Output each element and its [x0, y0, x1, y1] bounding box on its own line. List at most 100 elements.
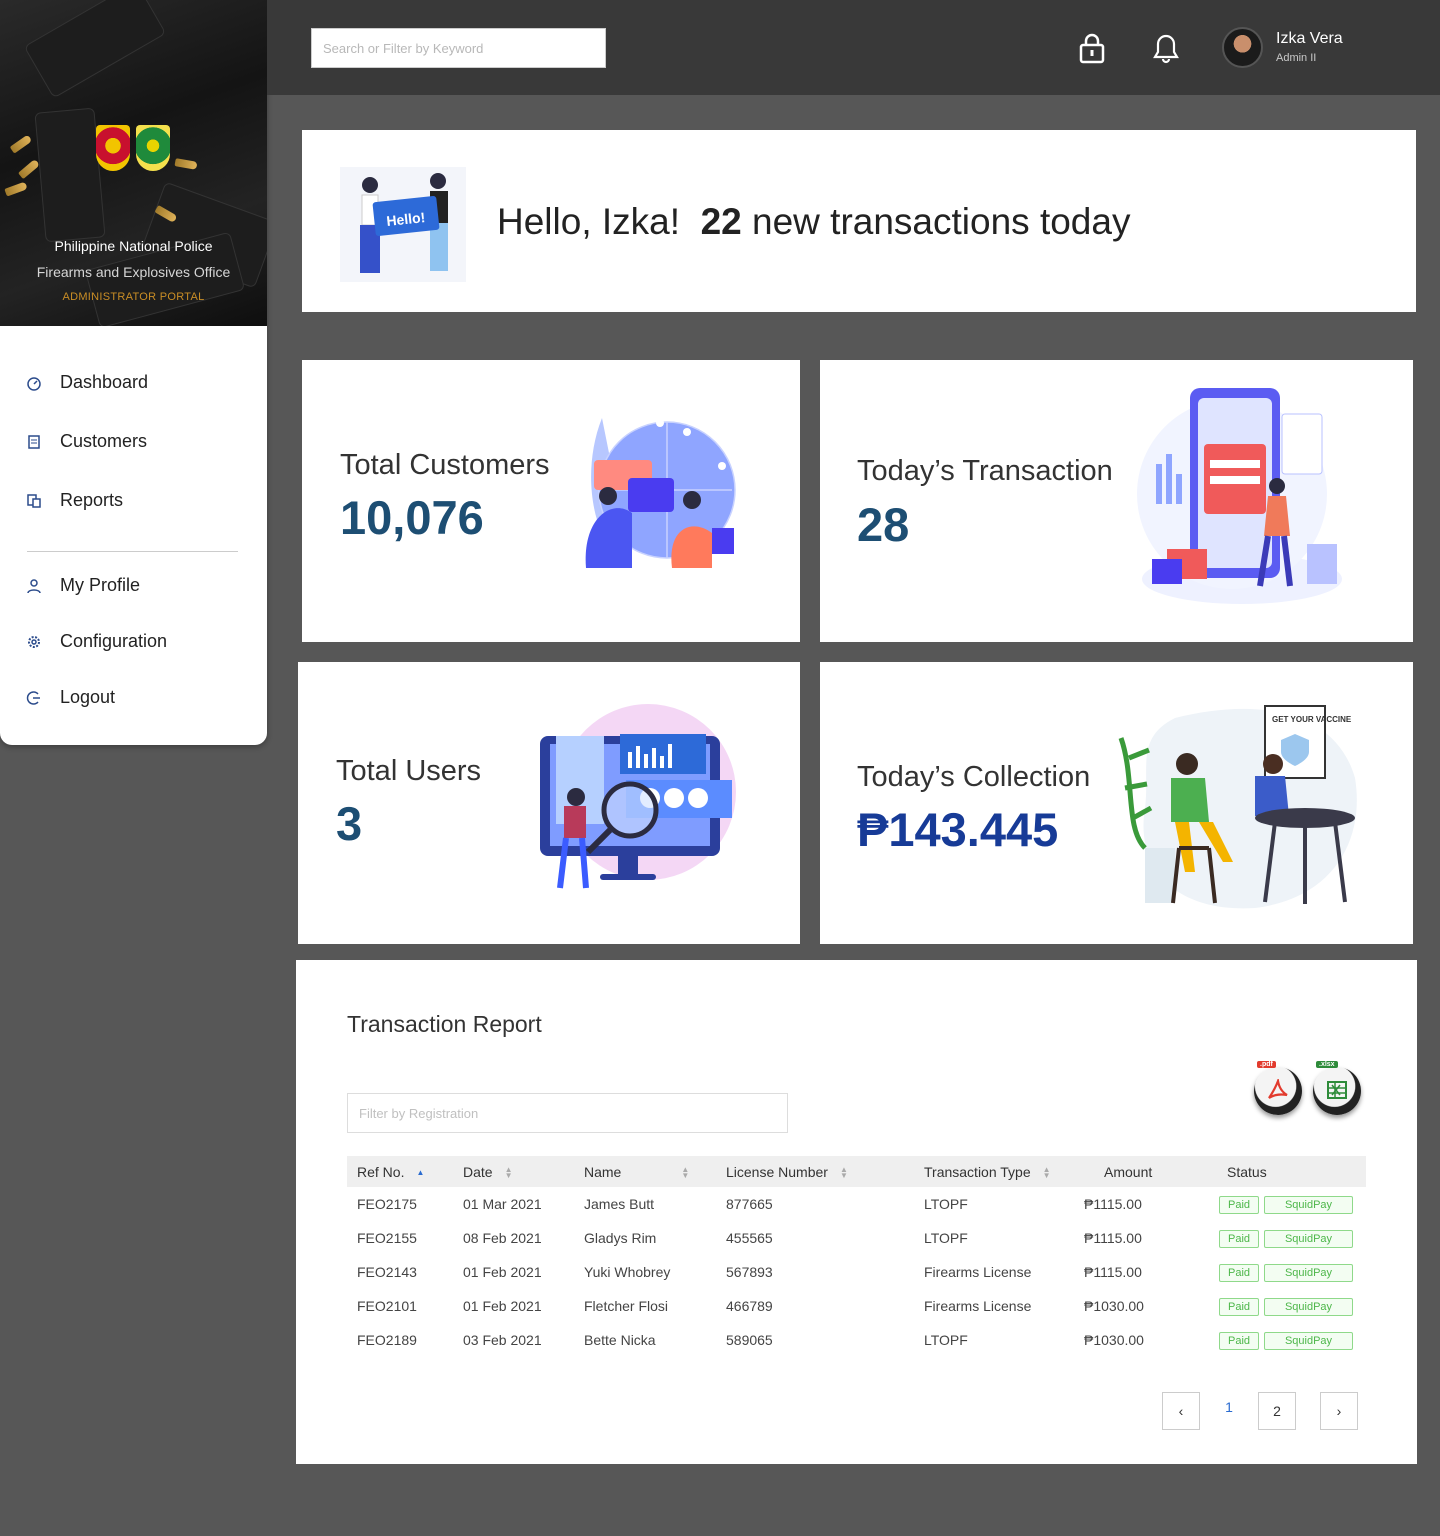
sidebar-item-dashboard[interactable]: Dashboard	[26, 372, 148, 393]
customers-illustration	[585, 418, 736, 568]
stat-value: ₱143.445	[857, 803, 1059, 856]
avatar[interactable]	[1222, 27, 1263, 68]
user-role: Admin II	[1276, 52, 1317, 64]
org-title: Philippine National Police	[54, 238, 213, 254]
status-badge: Paid	[1219, 1263, 1259, 1282]
payment-method-badge: SquidPay	[1264, 1297, 1353, 1316]
name-cell: Yuki Whobrey	[584, 1264, 671, 1280]
bullet-image	[9, 134, 33, 154]
transaction-illustration	[1137, 388, 1342, 604]
export-xlsx-button[interactable]: .xlsx	[1313, 1061, 1361, 1115]
table-row[interactable]: FEO2155 08 Feb 2021 Gladys Rim 455565 LTOPF ₱…	[347, 1221, 1366, 1255]
sidebar-item-customers[interactable]: Customers	[26, 431, 147, 452]
sidebar-item-configuration[interactable]: Configuration	[26, 631, 167, 652]
date-cell: 01 Feb 2021	[463, 1298, 542, 1314]
stat-value: 28	[857, 498, 910, 551]
next-page-button[interactable]: ›	[1320, 1392, 1358, 1430]
column-header-status[interactable]: Status	[1209, 1156, 1366, 1187]
license-cell: 466789	[726, 1298, 773, 1314]
ref-cell: FEO2189	[357, 1332, 417, 1348]
page-1-button[interactable]: 1	[1210, 1388, 1248, 1426]
amount-cell: ₱1115.00	[1084, 1264, 1142, 1280]
registration-filter-input[interactable]	[347, 1093, 788, 1133]
users-illustration	[540, 704, 736, 889]
table-row[interactable]: FEO2101 01 Feb 2021 Fletcher Flosi 466789 Fi…	[347, 1289, 1366, 1323]
sidebar-item-label: Dashboard	[60, 372, 149, 392]
column-header-ref[interactable]: Ref No. ▲	[347, 1156, 453, 1187]
sort-asc-icon: ▲	[416, 1167, 425, 1177]
top-bar: Izka Vera Admin II	[267, 0, 1440, 95]
prev-page-button[interactable]: ‹	[1162, 1392, 1200, 1430]
table-row[interactable]: FEO2189 03 Feb 2021 Bette Nicka 589065 LTOPF…	[347, 1323, 1366, 1357]
gear-icon	[28, 635, 40, 648]
status-cell: Paid SquidPay	[1209, 1221, 1366, 1255]
type-cell: LTOPF	[924, 1196, 968, 1212]
ref-cell: FEO2175	[357, 1196, 417, 1212]
name-cell: Fletcher Flosi	[584, 1298, 669, 1314]
license-cell: 589065	[726, 1332, 773, 1348]
sidebar-item-profile[interactable]: My Profile	[26, 575, 140, 596]
collection-illustration: GET YOUR VACCINE	[1118, 705, 1357, 909]
sort-icon: ▲ ▼	[504, 1164, 513, 1180]
column-header-type[interactable]: Transaction Type ▲ ▼	[914, 1156, 1074, 1187]
sidebar-item-reports[interactable]: Reports	[26, 490, 123, 511]
amount-cell: ₱1115.00	[1084, 1196, 1142, 1212]
column-header-license[interactable]: License Number ▲ ▼	[716, 1156, 914, 1187]
payment-method-badge: SquidPay	[1264, 1263, 1353, 1282]
search-input[interactable]	[311, 28, 606, 68]
column-header-amount[interactable]: Amount	[1074, 1156, 1209, 1187]
amount-cell: ₱1115.00	[1084, 1230, 1142, 1246]
org-subtitle: Firearms and Explosives Office	[36, 264, 231, 280]
table-row[interactable]: FEO2143 01 Feb 2021 Yuki Whobrey 567893 Fire…	[347, 1255, 1366, 1289]
pistol-image	[34, 107, 106, 243]
sort-icon: ▲ ▼	[681, 1164, 690, 1180]
portal-label: ADMINISTRATOR PORTAL	[62, 291, 205, 303]
type-cell: LTOPF	[924, 1230, 968, 1246]
type-cell: Firearms License	[924, 1298, 1032, 1314]
lock-icon[interactable]	[1077, 32, 1107, 64]
document-icon	[28, 434, 40, 449]
status-cell: Paid SquidPay	[1209, 1289, 1366, 1323]
table-row[interactable]: FEO2175 01 Mar 2021 James Butt 877665 LTOPF ₱…	[347, 1187, 1366, 1221]
transaction-report: Transaction Report .pdf .xlsx Ref No.▲ D…	[296, 960, 1417, 1464]
sidebar: Philippine National Police Firearms and …	[0, 0, 267, 745]
stat-card-customers: Total Customers 10,076	[302, 360, 800, 642]
payment-method-badge: SquidPay	[1264, 1331, 1353, 1350]
date-cell: 01 Feb 2021	[463, 1264, 542, 1280]
new-transactions-count: 22	[700, 201, 742, 242]
user-name: Izka Vera	[1276, 30, 1343, 47]
report-title: Transaction Report	[347, 1011, 542, 1037]
spreadsheet-icon	[1327, 1081, 1347, 1099]
user-icon	[27, 578, 41, 593]
type-cell: Firearms License	[924, 1264, 1032, 1280]
logout-icon	[26, 690, 40, 705]
stat-value: 10,076	[340, 491, 484, 544]
status-badge: Paid	[1219, 1297, 1259, 1316]
sidebar-item-label: Reports	[60, 490, 124, 510]
table-header-row: Ref No. ▲ Date ▲ ▼ Name ▲ ▼ License Number ▲ ▼ …	[347, 1156, 1366, 1187]
sidebar-hero: Philippine National Police Firearms and …	[0, 0, 267, 326]
stat-card-users: Total Users 3	[298, 662, 800, 944]
greeting-suffix: new transactions today	[752, 201, 1131, 242]
export-pdf-button[interactable]: .pdf	[1254, 1061, 1302, 1115]
sidebar-item-label: Customers	[60, 431, 148, 451]
stat-card-transactions: Today’s Transaction 28	[820, 360, 1413, 642]
amount-cell: ₱1030.00	[1084, 1332, 1144, 1348]
sidebar-item-logout[interactable]: Logout	[26, 687, 115, 708]
ref-cell: FEO2101	[357, 1298, 417, 1314]
ref-cell: FEO2155	[357, 1230, 417, 1246]
column-header-name[interactable]: Name ▲ ▼	[574, 1156, 716, 1187]
date-cell: 03 Feb 2021	[463, 1332, 542, 1348]
bullet-image	[4, 181, 28, 197]
sort-icon: ▲ ▼	[839, 1164, 848, 1180]
amount-cell: ₱1030.00	[1084, 1298, 1144, 1314]
date-cell: 01 Mar 2021	[463, 1196, 542, 1212]
bell-icon[interactable]	[1151, 32, 1181, 64]
status-cell: Paid SquidPay	[1209, 1323, 1366, 1357]
license-cell: 455565	[726, 1230, 773, 1246]
stat-label: Today’s Transaction	[857, 455, 1113, 487]
column-header-date[interactable]: Date ▲ ▼	[453, 1156, 574, 1187]
sidebar-item-label: Logout	[60, 687, 116, 707]
page-2-button[interactable]: 2	[1258, 1392, 1296, 1430]
payment-method-badge: SquidPay	[1264, 1195, 1353, 1214]
